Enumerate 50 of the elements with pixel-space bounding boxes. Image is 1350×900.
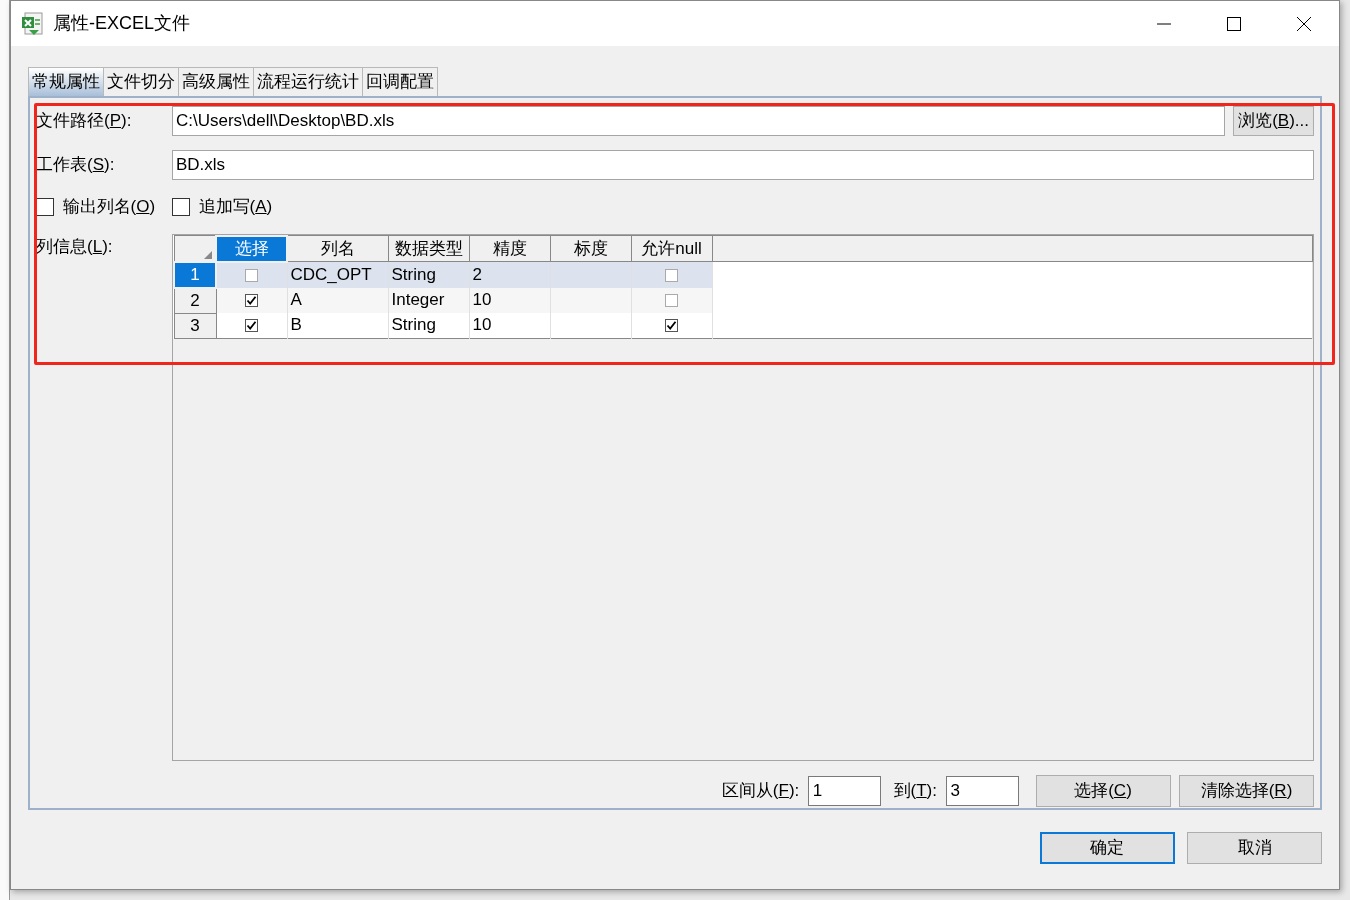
field-label: 文件路径(P): — [36, 110, 133, 133]
browse-button[interactable]: 浏览(B)... — [1233, 106, 1314, 136]
checkbox[interactable] — [245, 319, 258, 333]
table-cell: 10 — [469, 313, 550, 338]
excel-file-icon — [21, 11, 45, 36]
checkbox[interactable] — [245, 294, 258, 308]
table-cell: 10 — [469, 287, 550, 313]
window-title: 属性-EXCEL文件 — [53, 12, 192, 35]
tab[interactable]: 回调配置 — [362, 67, 438, 96]
range-to-label: 到(T): — [893, 779, 937, 802]
table-cell: Integer — [388, 287, 469, 313]
corner-cell[interactable] — [174, 235, 216, 262]
table-cell: 2 — [469, 261, 550, 288]
table-cell: String — [388, 313, 469, 338]
close-icon — [1296, 15, 1312, 32]
tab[interactable]: 常规属性 — [28, 67, 104, 96]
sheet-field[interactable]: BD.xls — [172, 150, 1314, 180]
table-cell: CDC_OPT — [287, 261, 388, 288]
corner-icon — [204, 251, 212, 260]
range-to-field[interactable]: 3 — [945, 775, 1019, 806]
field-label: 列信息(L): — [36, 235, 113, 258]
column-header[interactable]: 精度 — [469, 235, 550, 262]
maximize-icon — [1226, 15, 1242, 32]
checkbox[interactable] — [245, 269, 259, 282]
checkbox[interactable] — [665, 294, 678, 308]
table-cell: String — [388, 261, 469, 288]
cancel-button[interactable]: 取消 — [1187, 832, 1322, 864]
minimize-icon — [1157, 22, 1171, 25]
column-header[interactable]: 允许null — [631, 235, 712, 262]
row-header[interactable]: 1 — [174, 261, 216, 288]
row-header[interactable]: 3 — [174, 313, 216, 338]
checkbox-label: 输出列名(O) — [62, 196, 156, 218]
ok-button[interactable]: 确定 — [1039, 832, 1175, 864]
select-button[interactable]: 选择(C) — [1035, 774, 1171, 807]
range-from-label: 区间从(F): — [721, 779, 800, 802]
table-cell: B — [287, 313, 388, 338]
column-header[interactable]: 选择 — [216, 235, 287, 262]
clear-selection-button[interactable]: 清除选择(R) — [1179, 774, 1314, 807]
range-from-field[interactable]: 1 — [807, 775, 881, 806]
table-cell: A — [287, 287, 388, 313]
file-path-field[interactable]: C:\Users\dell\Desktop\BD.xls — [172, 106, 1225, 136]
checkbox[interactable] — [665, 319, 678, 333]
checkbox[interactable] — [172, 197, 191, 216]
column-header[interactable]: 数据类型 — [388, 235, 469, 262]
column-header[interactable]: 标度 — [550, 235, 631, 262]
checkbox[interactable] — [665, 268, 678, 282]
checkbox-label: 追加写(A) — [198, 196, 273, 218]
column-header[interactable]: 列名 — [287, 235, 388, 262]
row-header[interactable]: 2 — [174, 287, 216, 313]
field-label: 工作表(S): — [36, 154, 116, 177]
